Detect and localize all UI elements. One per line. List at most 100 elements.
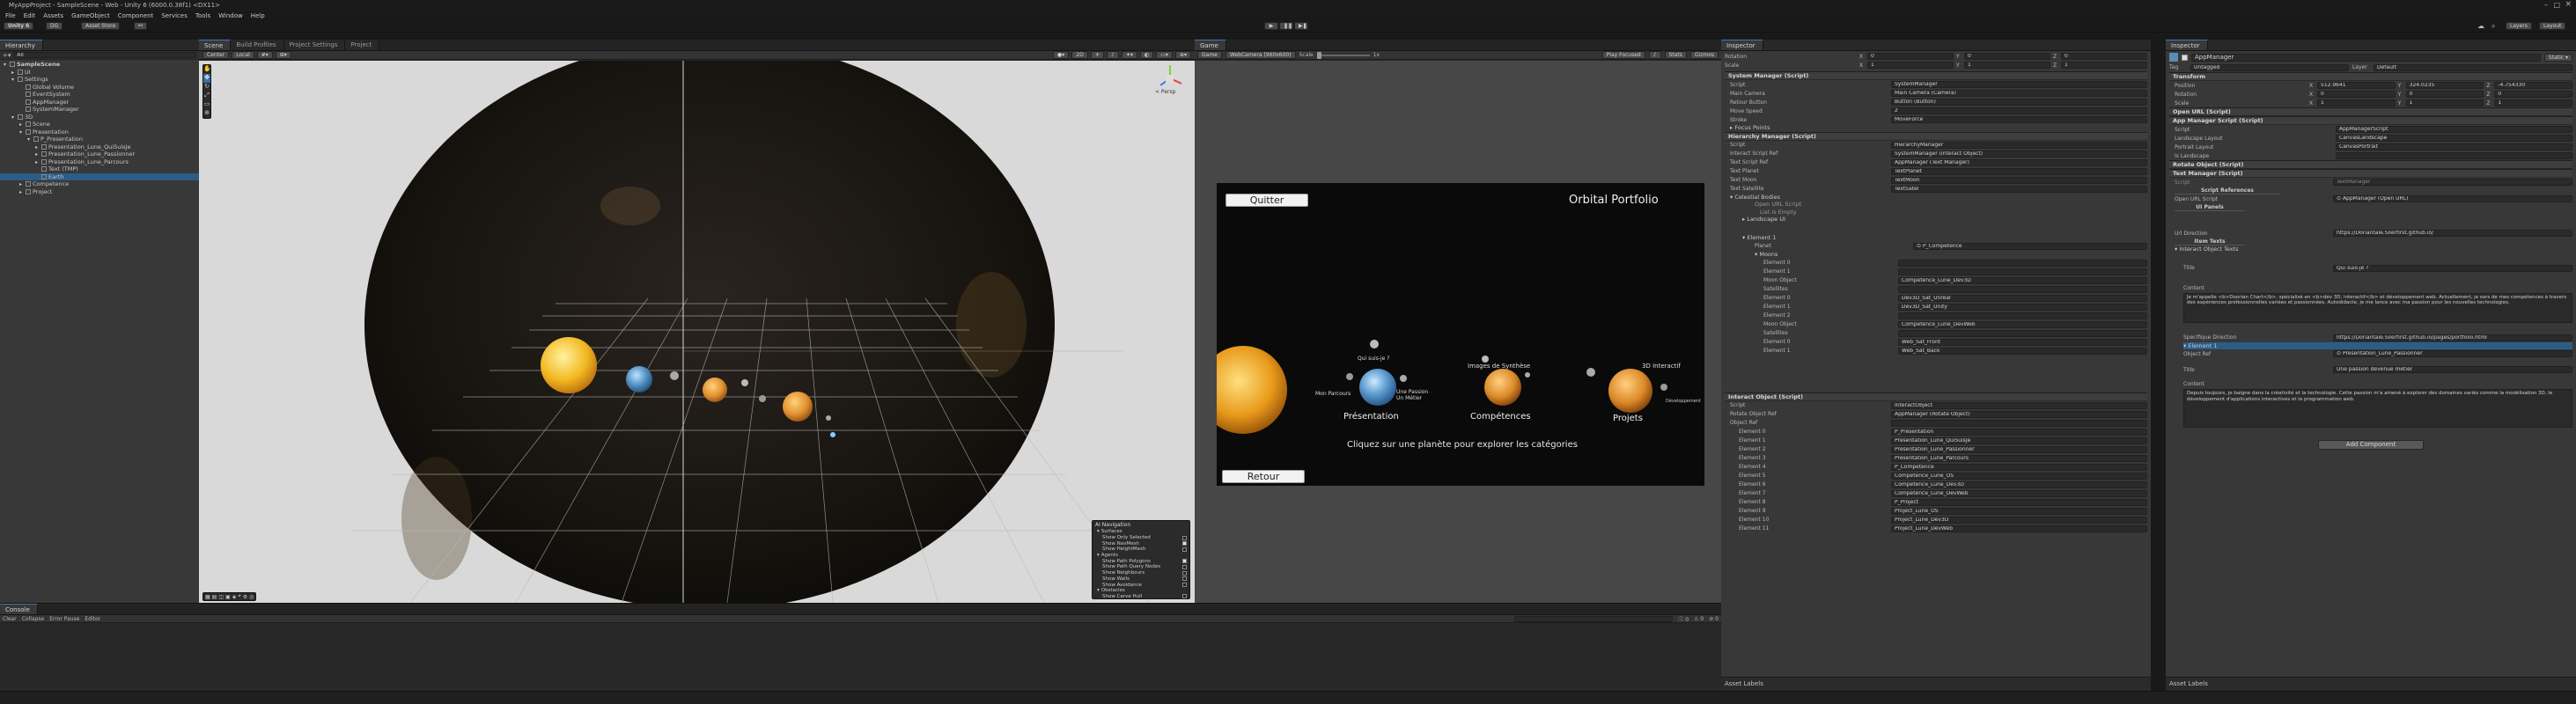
hierarchy-item[interactable]: ▸ UI xyxy=(0,69,199,77)
transform-y-field[interactable]: 1 xyxy=(1964,62,2050,69)
moon-element-field[interactable] xyxy=(1898,268,2147,275)
transform-tool-icon[interactable]: ⊕ xyxy=(203,109,210,118)
display-dropdown[interactable]: Game xyxy=(1197,51,1222,59)
checkbox-icon[interactable] xyxy=(1182,564,1187,569)
transform2-z-field[interactable]: 1 xyxy=(2494,99,2573,106)
hierarchy-item[interactable]: AppManager xyxy=(0,99,199,106)
snap-increment-icon[interactable]: ⊞▾ xyxy=(275,51,291,59)
scene-viewport[interactable]: ✋ ✥ ↻ ⤢ ▭ ⊕ < Persp ▦ ▤ ◫ ▣ ◈ ⌖ ⚙ ◎ AI N… xyxy=(199,61,1195,603)
moon-element-field[interactable]: Dev3D_Sat_Unity xyxy=(1898,303,2147,311)
tab-project[interactable]: Project xyxy=(345,40,380,50)
object-ref-element-field[interactable]: Presentation_Lune_QuiSuisJe xyxy=(1891,436,2147,444)
checkbox-checked-icon[interactable] xyxy=(1182,541,1187,546)
step-icon[interactable]: ▶❚ xyxy=(1294,22,1308,30)
menu-item-file[interactable]: File xyxy=(5,12,16,19)
checkbox-icon[interactable] xyxy=(1182,576,1187,582)
object-ref-element-field[interactable]: Project_Lune_OS xyxy=(1891,507,2147,515)
hand-tool-icon[interactable]: ✋ xyxy=(203,65,211,74)
transform-x-field[interactable]: 0 xyxy=(1867,53,1954,60)
hierarchy-item[interactable]: ▾ Settings xyxy=(0,76,199,84)
hierarchy-item[interactable]: Earth xyxy=(0,172,199,180)
hierarchy-item[interactable]: ▸ Presentation_Lune_Passionner xyxy=(0,150,199,158)
asset-store-button[interactable]: Asset Store xyxy=(81,22,121,30)
hierarchy-manager-field[interactable]: HierarchyManager xyxy=(1891,141,2147,149)
rotate-tool-icon[interactable]: ↻ xyxy=(203,83,210,92)
rect-tool-icon[interactable]: ▭ xyxy=(203,100,210,109)
console-search-input[interactable] xyxy=(1514,615,1674,622)
transform2-z-field[interactable]: -4.754330 xyxy=(2494,82,2573,89)
expand-arrow-icon[interactable]: ▾ xyxy=(19,129,26,137)
object-ref-element-field[interactable]: P_Presentation xyxy=(1891,428,2147,436)
play-icon[interactable]: ▶ xyxy=(1264,22,1278,30)
component-header[interactable]: App Manager Script (Script) xyxy=(2169,116,2572,125)
scene-camera-icon[interactable]: ▭▾ xyxy=(1156,51,1173,59)
ai-nav-option[interactable]: Show Only Selected xyxy=(1095,535,1187,541)
mute-audio-icon[interactable]: ♪ xyxy=(1648,51,1661,59)
hierarchy-item[interactable]: ▸ Project xyxy=(0,188,199,196)
interact-texts-foldout[interactable]: ▾ Interact Object Texts xyxy=(2175,246,2572,253)
tab-game[interactable]: Game xyxy=(1195,40,1226,50)
celestial-bodies-foldout[interactable]: ▾ Celestial Bodies xyxy=(1725,194,2147,202)
hierarchy-search-input[interactable]: All xyxy=(13,52,196,58)
tab-scene[interactable]: Scene xyxy=(199,40,232,50)
component-header[interactable]: Rotate Object (Script) xyxy=(2169,160,2572,169)
ai-nav-option[interactable]: Show NavMesh xyxy=(1095,540,1187,546)
url-direction-field[interactable]: https://Doriantale.Silerfirst.github.io/ xyxy=(2333,230,2572,237)
checkbox-icon[interactable] xyxy=(1182,594,1187,599)
menu-item-gameobject[interactable]: GameObject xyxy=(71,12,110,19)
moon-element-field[interactable]: Competence_Lune_DevWeb xyxy=(1898,320,2147,328)
hierarchy-item[interactable]: Global Volume xyxy=(0,84,199,92)
object-name-field[interactable]: AppManager xyxy=(2191,53,2541,62)
close-icon[interactable]: × xyxy=(2565,0,2572,9)
overlay-icon-4[interactable]: ▣ xyxy=(225,594,231,600)
checkbox-icon[interactable] xyxy=(1182,546,1187,552)
log-count-info[interactable]: ⓘ 0 xyxy=(1678,615,1689,623)
moons-foldout[interactable]: ▾ Moons xyxy=(1725,251,2147,259)
quit-button[interactable]: Quitter xyxy=(1225,194,1308,207)
tab-build-profiles[interactable]: Build Profiles xyxy=(231,40,284,50)
ai-nav-option[interactable]: Show Neighbours xyxy=(1095,570,1187,576)
object-ref-element-field[interactable]: Competence_Lune_DevWeb xyxy=(1891,489,2147,497)
hierarchy-item[interactable]: ▸ Presentation_Lune_QuiSuisJe xyxy=(0,143,199,151)
tab-inspector-1[interactable]: Inspector xyxy=(1721,40,1763,50)
system-manager-field[interactable]: MoveForce xyxy=(1891,116,2147,123)
expand-arrow-icon[interactable]: ▸ xyxy=(19,189,26,197)
lighting-icon[interactable]: ☀ xyxy=(1090,51,1105,59)
hierarchy-item[interactable]: Text (TMP) xyxy=(0,165,199,173)
orientation-gizmo[interactable]: < Persp xyxy=(1150,62,1190,98)
transform-x-field[interactable]: 1 xyxy=(1867,62,1954,69)
moon-element-field[interactable]: Web_Sat_Front xyxy=(1898,338,2147,346)
hierarchy-manager-field[interactable]: SystemManager (Interact Object) xyxy=(1891,150,2147,158)
log-count-warning[interactable]: ⚠ 0 xyxy=(1694,616,1704,622)
moon-element-field[interactable] xyxy=(1898,259,2147,267)
asset-labels-bar-2[interactable]: Asset Labels xyxy=(2166,677,2576,691)
local-global-dropdown[interactable]: Local xyxy=(232,51,254,59)
title-field[interactable]: Qui suis-je ? xyxy=(2333,264,2572,272)
menu-item-help[interactable]: Help xyxy=(251,12,265,19)
interact-object-field[interactable]: AppManager (Rotate Object) xyxy=(1891,410,2147,418)
grid-snap-icon[interactable]: #▾ xyxy=(256,51,273,59)
object-ref-element-field[interactable]: Project_Lune_Dev3D xyxy=(1891,516,2147,524)
play-focused-dropdown[interactable]: Play Focused xyxy=(1601,51,1645,59)
gizmos-icon[interactable]: ⊕▾ xyxy=(1174,51,1191,59)
console-collapse-button[interactable]: Collapse xyxy=(22,616,45,622)
overlay-icon-5[interactable]: ◈ xyxy=(232,594,237,600)
checkbox-icon[interactable] xyxy=(1182,570,1187,576)
moon-element-field[interactable]: Competence_Lune_Dev3D xyxy=(1898,276,2147,284)
content2-textarea[interactable]: Depuis toujours, je baigne dans la créat… xyxy=(2183,389,2572,428)
scale-tool-icon[interactable]: ⤢ xyxy=(203,92,210,100)
console-error-pause-button[interactable]: Error Pause xyxy=(49,616,79,622)
menu-item-assets[interactable]: Assets xyxy=(43,12,63,19)
hierarchy-item[interactable]: ▾ 3D xyxy=(0,114,199,121)
overlay-icon-6[interactable]: ⌖ xyxy=(238,593,240,600)
transform-z-field[interactable]: 0 xyxy=(2061,53,2147,60)
console-clear-button[interactable]: Clear xyxy=(3,616,17,622)
object-ref-element-field[interactable]: P_Project xyxy=(1891,498,2147,506)
transform2-y-field[interactable]: 0 xyxy=(2405,91,2484,98)
hierarchy-item[interactable]: SystemManager xyxy=(0,106,199,114)
transform2-x-field[interactable]: 512.9641 xyxy=(2317,82,2396,89)
hidden-objects-icon[interactable]: ◐ xyxy=(1140,51,1154,59)
expand-arrow-icon[interactable]: ▾ xyxy=(11,114,18,122)
ai-nav-option[interactable]: Show Path Query Nodes xyxy=(1095,564,1187,570)
expand-arrow-icon[interactable]: ▾ xyxy=(11,77,18,84)
